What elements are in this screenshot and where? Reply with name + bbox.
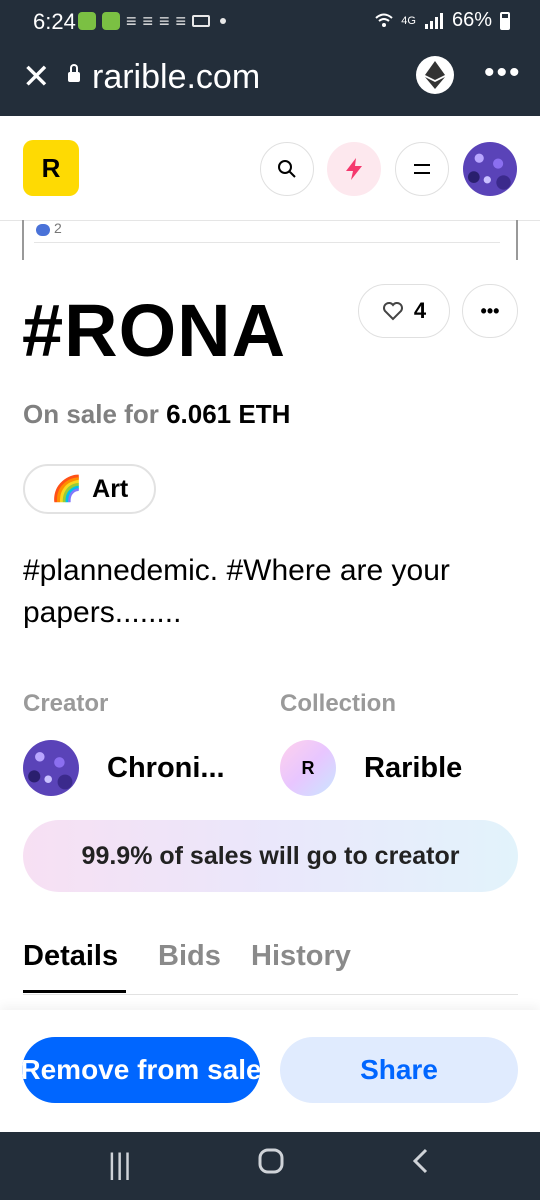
- item-more-button[interactable]: •••: [462, 284, 518, 338]
- royalty-banner: 99.9% of sales will go to creator: [23, 820, 518, 892]
- creator-name: Chroni...: [107, 751, 225, 784]
- collection-label: Collection: [280, 690, 397, 717]
- remove-from-sale-button[interactable]: Remove from sale: [22, 1037, 260, 1103]
- e-notification-icon: ≡: [175, 11, 187, 31]
- on-sale-label: On sale for: [23, 399, 159, 429]
- tab-bids[interactable]: Bids: [158, 940, 221, 973]
- e-notification-icon: ≡: [159, 11, 170, 31]
- card-divider: [34, 242, 500, 243]
- url-text[interactable]: rarible.com: [92, 58, 260, 97]
- card-count: 2: [54, 220, 62, 236]
- collection-link[interactable]: R Rarible: [280, 740, 462, 796]
- remove-from-sale-label: Remove from sale: [22, 1054, 260, 1085]
- system-nav-bar: |||: [0, 1132, 540, 1200]
- menu-button[interactable]: [395, 142, 449, 196]
- status-time: 6:24: [33, 9, 76, 34]
- active-tab-indicator: [23, 990, 126, 993]
- e-notification-icon: ≡: [142, 11, 154, 31]
- search-icon: [278, 160, 296, 178]
- mail-icon: [192, 15, 211, 27]
- activity-button[interactable]: [327, 142, 381, 196]
- share-label: Share: [360, 1054, 438, 1085]
- app-notification-icon: [78, 12, 96, 30]
- recents-icon[interactable]: |||: [108, 1148, 131, 1182]
- more-notifications-dot: [220, 18, 227, 24]
- price: 6.061 ETH: [166, 399, 291, 429]
- category-tag[interactable]: 🌈 Art: [23, 464, 157, 514]
- network-type: 4G: [401, 14, 416, 27]
- partial-image-card: 2: [22, 220, 518, 260]
- collection-name: Rarible: [364, 751, 463, 784]
- tab-history[interactable]: History: [251, 940, 351, 973]
- creator-label: Creator: [23, 690, 109, 717]
- share-button[interactable]: Share: [280, 1037, 518, 1103]
- home-icon[interactable]: [258, 1148, 284, 1182]
- wifi-icon: [375, 13, 393, 27]
- ethereum-icon[interactable]: [416, 56, 454, 94]
- user-avatar[interactable]: [463, 142, 517, 196]
- lock-icon: [68, 64, 80, 82]
- signal-icon: [424, 12, 443, 29]
- collection-avatar: R: [280, 740, 336, 796]
- tab-details[interactable]: Details: [23, 940, 118, 973]
- close-icon[interactable]: ✕: [22, 60, 51, 94]
- sale-info: On sale for 6.061 ETH: [23, 399, 290, 430]
- category-label: Art: [92, 474, 129, 503]
- item-description: #plannedemic. #Where are your papers....…: [23, 554, 450, 629]
- status-bar: 6:24 ≡ ≡ ≡ ≡ 4G 66%: [0, 0, 540, 44]
- more-menu-icon[interactable]: •••: [484, 56, 522, 90]
- more-icon: •••: [480, 300, 500, 321]
- like-button[interactable]: 4: [358, 284, 450, 338]
- rarible-logo[interactable]: R: [23, 140, 79, 196]
- item-title: #RONA: [22, 289, 287, 372]
- action-footer: Remove from sale Share: [0, 1010, 540, 1132]
- chain-icon: [36, 224, 50, 236]
- like-count: 4: [413, 298, 427, 323]
- creator-avatar: [23, 740, 79, 796]
- creator-link[interactable]: Chroni...: [23, 740, 225, 796]
- detail-tabs: Details Bids History: [23, 940, 518, 995]
- battery-icon: [500, 11, 510, 30]
- rainbow-icon: 🌈: [51, 474, 83, 503]
- hamburger-icon: [414, 164, 430, 174]
- search-button[interactable]: [260, 142, 314, 196]
- back-icon[interactable]: [412, 1148, 428, 1182]
- browser-toolbar: ✕ rarible.com •••: [0, 44, 540, 116]
- notification-icons: ≡ ≡ ≡ ≡: [78, 11, 227, 31]
- site-header: R: [0, 116, 540, 221]
- e-notification-icon: ≡: [126, 11, 137, 31]
- status-right: 4G 66%: [375, 9, 510, 32]
- battery-percent: 66%: [451, 9, 492, 31]
- app-notification-icon: [102, 12, 120, 30]
- heart-icon: [382, 302, 403, 321]
- lightning-icon: [346, 158, 362, 180]
